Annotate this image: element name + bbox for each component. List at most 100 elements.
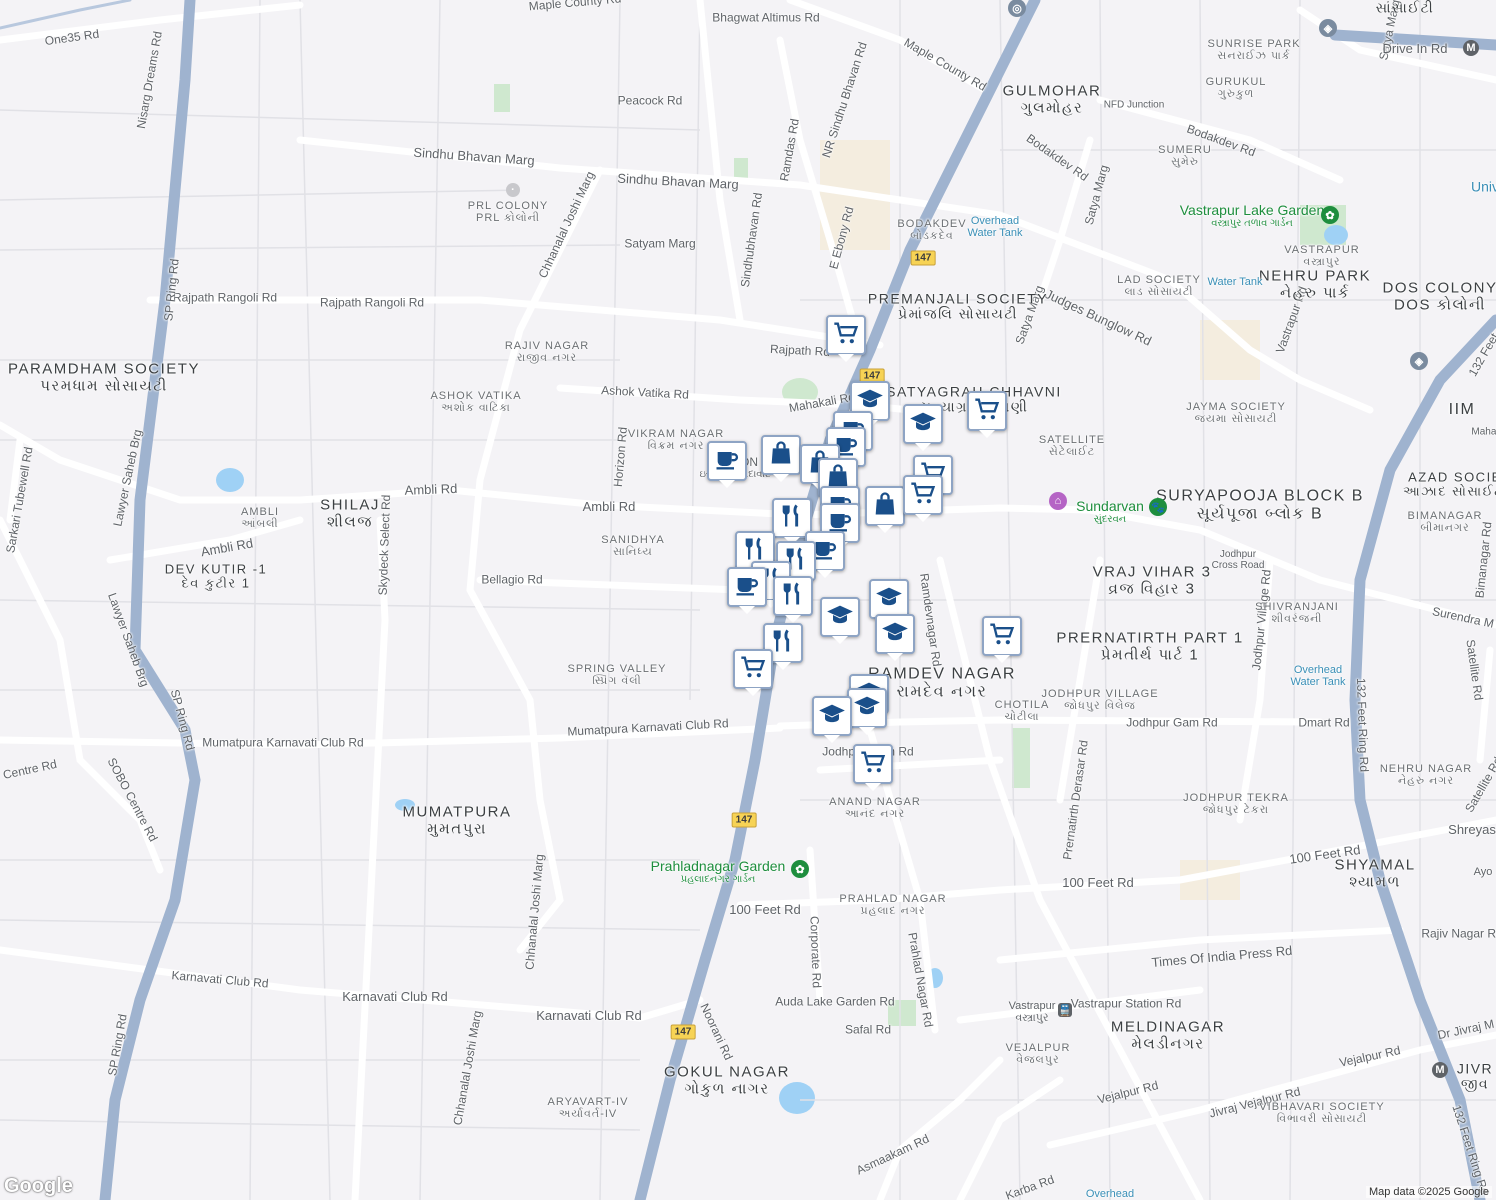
map-pin-cart[interactable]: [982, 616, 1022, 656]
school-icon[interactable]: ◈: [1319, 19, 1337, 37]
area-label: AMBLI આંબલી: [240, 505, 280, 530]
map-pin-cart[interactable]: [853, 744, 893, 784]
road-label: 100 Feet Rd: [729, 901, 801, 917]
train-icon[interactable]: 🚆: [1058, 1003, 1072, 1017]
map-pin-school[interactable]: [847, 688, 887, 728]
map-pin-cart[interactable]: [967, 391, 1007, 431]
food-icon: [779, 580, 807, 613]
map-canvas[interactable]: 147 147 147 147 One35 Rd Nisarg Dreams R…: [0, 0, 1496, 1200]
area-label: SUNRISE PARK સનરાઈઝ પાર્ક: [1207, 37, 1301, 62]
park-label[interactable]: Vastrapur Lake Garden વસ્ત્રાપુર તળાવ ગાર…: [1180, 202, 1325, 229]
neighborhood-label: JIVR જીવ: [1456, 1060, 1494, 1092]
neighborhood-label: GOKUL NAGAR ગોકુળ નાગર: [664, 1063, 790, 1097]
area-label: ANAND NAGAR આનંદ નગર: [829, 795, 921, 820]
cafe-icon: [713, 445, 741, 478]
food-icon: [778, 502, 806, 535]
neighborhood-label: SURYAPOOJA BLOCK B સૂર્યપૂજા બ્લોક B: [1156, 487, 1364, 522]
neighborhood-label: PREMANJALI SOCIETY પ્રેમાંજલિ સોસાયટી: [867, 290, 1049, 322]
road-label: Peacock Rd: [617, 93, 683, 108]
area-label: VIBHAVARI SOCIETY વિભાવરી સોસાયટી: [1259, 1100, 1385, 1125]
area-label: BODAKDEV બોડકદેવ: [897, 217, 967, 242]
map-pin-cafe[interactable]: [727, 567, 767, 607]
area-label: PRL COLONY PRL કોલોની: [467, 199, 549, 224]
cart-icon: [909, 479, 937, 512]
map-pin-school[interactable]: [869, 579, 909, 619]
map-pin-school[interactable]: [875, 614, 915, 654]
area-label: SUMERU સુમેરુ: [1158, 143, 1212, 168]
area-label: JAYMA SOCIETY જયમા સોસાયટી: [1186, 400, 1286, 425]
highway-shield: 147: [731, 812, 757, 828]
neighborhood-label: RAMDEV NAGAR રામદેવ નગર: [868, 665, 1016, 700]
area-label: BIMANAGAR બીમાનગર: [1407, 509, 1483, 534]
area-label: JODHPUR TEKRA જોધપુર ટેકરા: [1183, 791, 1289, 816]
station-label[interactable]: Vastrapur વસ્ત્રાપુર: [1009, 1000, 1056, 1024]
map-pin-school[interactable]: [820, 597, 860, 637]
map-pin-cart[interactable]: [903, 475, 943, 515]
road-label: Karnavati Club Rd: [536, 1007, 642, 1023]
road-label: Satyam Marg: [624, 236, 696, 251]
neighborhood-label: PARAMDHAM SOCIETY પરમધામ સોસાયટી: [8, 360, 200, 394]
neighborhood-label: AZAD SOCIEઆઝાદ સોસાઈટી: [1403, 469, 1496, 499]
area-label: LAD SOCIETY લાડ સોસાયટી: [1117, 273, 1201, 298]
neighborhood-label: SHILAJ શીલજ: [320, 496, 380, 530]
neighborhood-label: IIM: [1448, 401, 1476, 419]
area-label: ASHOK VATIKA અશોક વાટિકા: [430, 389, 522, 414]
park-label[interactable]: Prahladnagar Garden પ્રહલાદનગર ગાર્ડન: [651, 858, 786, 885]
road-label: Rajiv Nagar Rd: [1421, 926, 1496, 941]
highway-shield: 147: [670, 1024, 696, 1040]
neighborhood-label: SHYAMAL શ્યામળ: [1334, 856, 1416, 890]
road-label: Safal Rd: [844, 1022, 892, 1037]
neighborhood-label: NEHRU PARK નેહરુ પાર્ક: [1258, 267, 1372, 301]
junction-label: NFD Junction: [1103, 99, 1165, 111]
water-tank-label: Water Tank: [1207, 275, 1263, 288]
park-label[interactable]: Sundarvan સુંદરવન: [1076, 498, 1144, 525]
metro-icon[interactable]: M: [1463, 40, 1479, 56]
neighborhood-label: VRAJ VIHAR 3 વ્રજ વિહાર 3: [1092, 563, 1212, 597]
metro-icon[interactable]: M: [1432, 1062, 1448, 1078]
area-label: SANIDHYA સાનિધ્ય: [601, 533, 665, 558]
road-label: Jodhpur Gam Rd: [1126, 715, 1218, 730]
landmark-icon[interactable]: ·: [506, 183, 520, 197]
area-label: NEHRU NAGAR નેહરુ નગર: [1379, 762, 1473, 787]
landmark-icon[interactable]: ⌂: [1049, 492, 1067, 510]
bag-icon: [767, 439, 795, 472]
road-label: Bhagwat Altimus Rd: [712, 10, 820, 25]
map-pin-school[interactable]: [903, 404, 943, 444]
cart-icon: [973, 395, 1001, 428]
area-label: VASTRAPUR વસ્ત્રાપુર: [1284, 243, 1360, 268]
place-label: Mahal: [1471, 426, 1496, 438]
cart-icon: [739, 653, 767, 686]
area-label: SATELLITE સેટેલાઈટ: [1038, 433, 1106, 458]
area-label: JODHPUR VILLAGE જોધપુર વિલેજ: [1041, 687, 1159, 712]
area-label: VEJALPUR વેજલપુર: [1005, 1041, 1071, 1066]
cafe-icon: [733, 571, 761, 604]
map-pin-bag[interactable]: [865, 486, 905, 526]
road-label: Ambli Rd: [582, 498, 636, 514]
map-pin-cart[interactable]: [733, 649, 773, 689]
park-icon[interactable]: ✿: [791, 860, 809, 878]
neighborhood-label: PRERNATIRTH PART 1 પ્રેમતીર્થ પાર્ટ 1: [1056, 629, 1244, 663]
highway-shield: 147: [910, 250, 936, 266]
neighborhood-label: DEV KUTIR -1 દેવ કુટીર 1: [164, 561, 268, 591]
map-pin-food[interactable]: [773, 576, 813, 616]
junction-label: Jodhpur Cross Road: [1211, 549, 1265, 571]
map-pin-cafe[interactable]: [707, 441, 747, 481]
school-icon: [881, 618, 909, 651]
school-icon[interactable]: ◈: [1410, 352, 1428, 370]
food-icon: [769, 627, 797, 660]
neighborhood-label: MELDINAGAR મેલડીનગર: [1110, 1018, 1226, 1052]
road-label: Auda Lake Garden Rd: [775, 994, 895, 1009]
map-pin-bag[interactable]: [761, 435, 801, 475]
area-label: PRAHLAD NAGAR પ્રહલાદ નગર: [839, 892, 947, 917]
water-tank-label: Overhead Water Tank: [967, 214, 1023, 239]
place-label: Shreyas: [1448, 821, 1496, 837]
map-attribution[interactable]: Map data ©2025 Google: [1365, 1186, 1492, 1198]
park-icon[interactable]: ✿: [1321, 206, 1339, 224]
map-pin-cart[interactable]: [826, 315, 866, 355]
neighborhood-label: સાંસાઈટી: [1375, 0, 1435, 16]
area-label: RAJIV NAGAR રાજીવ નગર: [504, 339, 590, 364]
map-pin-school[interactable]: [812, 696, 852, 736]
place-label: Ayo: [1473, 865, 1493, 878]
school-icon: [826, 601, 854, 634]
zoo-icon[interactable]: 🐾: [1149, 498, 1167, 516]
